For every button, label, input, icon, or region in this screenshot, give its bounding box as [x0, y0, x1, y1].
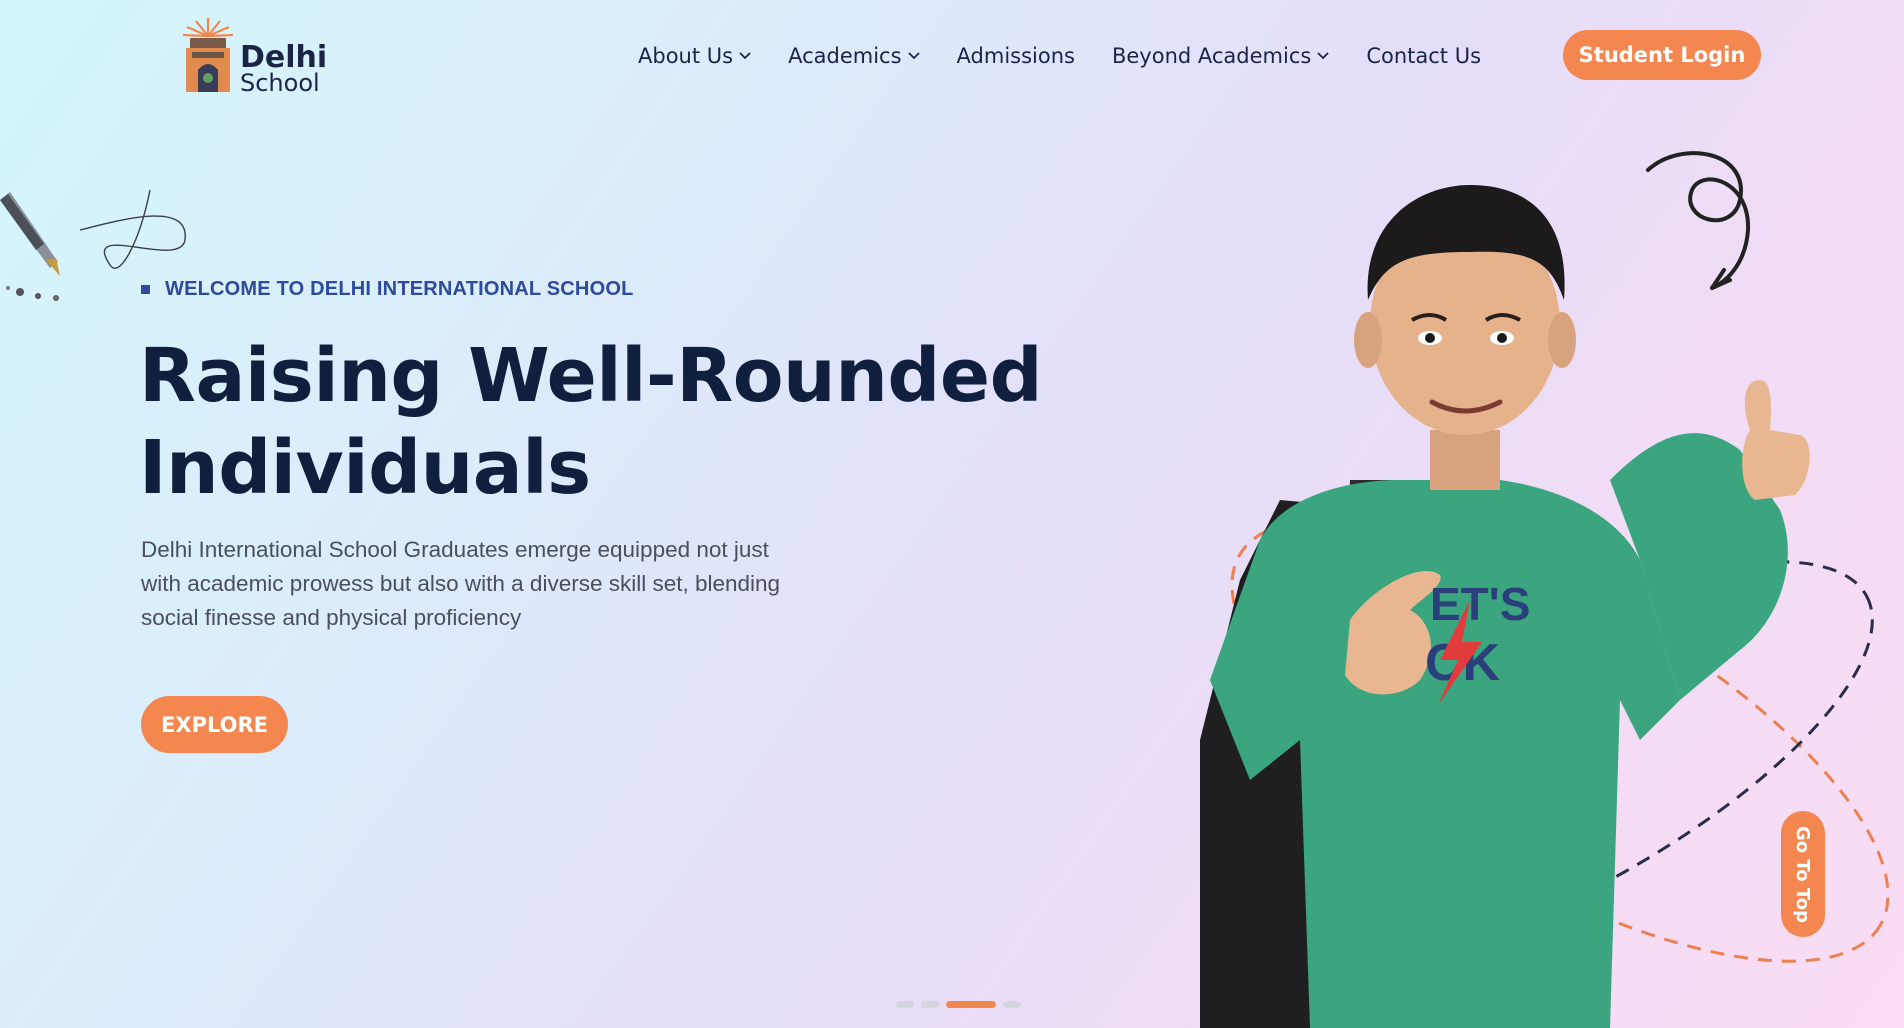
slider-dot[interactable]: [921, 1001, 939, 1008]
nav-admissions[interactable]: Admissions: [957, 44, 1075, 68]
pen-scribble-line: [79, 189, 186, 269]
hero-description: Delhi International School Graduates eme…: [141, 537, 781, 630]
logo-text-delhi: Delhi: [240, 40, 328, 75]
slider-dot-active[interactable]: [946, 1001, 996, 1008]
chevron-down-icon: [739, 52, 751, 60]
slider-dot[interactable]: [1003, 1001, 1021, 1008]
pen-icon: [0, 192, 60, 301]
hero-headline: Raising Well-Rounded Individuals: [139, 330, 1099, 514]
nav-academics[interactable]: Academics: [788, 44, 920, 68]
slider-pagination: [896, 1001, 1028, 1008]
nav-contact-us[interactable]: Contact Us: [1366, 44, 1481, 68]
india-gate-logo-icon: [182, 18, 234, 92]
nav-beyond-academics[interactable]: Beyond Academics: [1112, 44, 1329, 68]
hero-headline-line2: Individuals: [139, 425, 591, 511]
hero-eyebrow: WELCOME TO DELHI INTERNATIONAL SCHOOL: [141, 278, 634, 301]
slider-dot[interactable]: [896, 1001, 914, 1008]
nav-beyond-academics-label: Beyond Academics: [1111, 44, 1312, 68]
chevron-down-icon: [907, 52, 920, 60]
chevron-down-icon: [1317, 52, 1329, 60]
explore-button[interactable]: EXPLORE: [141, 696, 288, 753]
hero-eyebrow-text: WELCOME TO DELHI INTERNATIONAL SCHOOL: [165, 278, 634, 300]
nav-about-us-label: About Us: [638, 44, 734, 68]
logo-text-school: School: [240, 69, 320, 97]
thumbs-up-hand: [1742, 380, 1810, 500]
nav-academics-label: Academics: [788, 44, 902, 68]
nav-about-us[interactable]: About Us: [638, 44, 751, 68]
eyebrow-square-icon: [141, 285, 150, 294]
student-login-button[interactable]: Student Login: [1563, 30, 1761, 80]
nav-contact-us-label: Contact Us: [1366, 44, 1482, 68]
main-nav: About Us Academics Admissions Beyond Aca…: [638, 36, 1518, 76]
shirt-print-text: ET'S: [1430, 578, 1530, 630]
go-to-top-label: Go To Top: [1792, 825, 1814, 923]
nav-admissions-label: Admissions: [956, 44, 1075, 68]
hero-headline-line1: Raising Well-Rounded: [139, 333, 1043, 419]
go-to-top-button[interactable]: Go To Top: [1781, 811, 1825, 937]
school-logo[interactable]: Delhi School: [178, 14, 328, 98]
